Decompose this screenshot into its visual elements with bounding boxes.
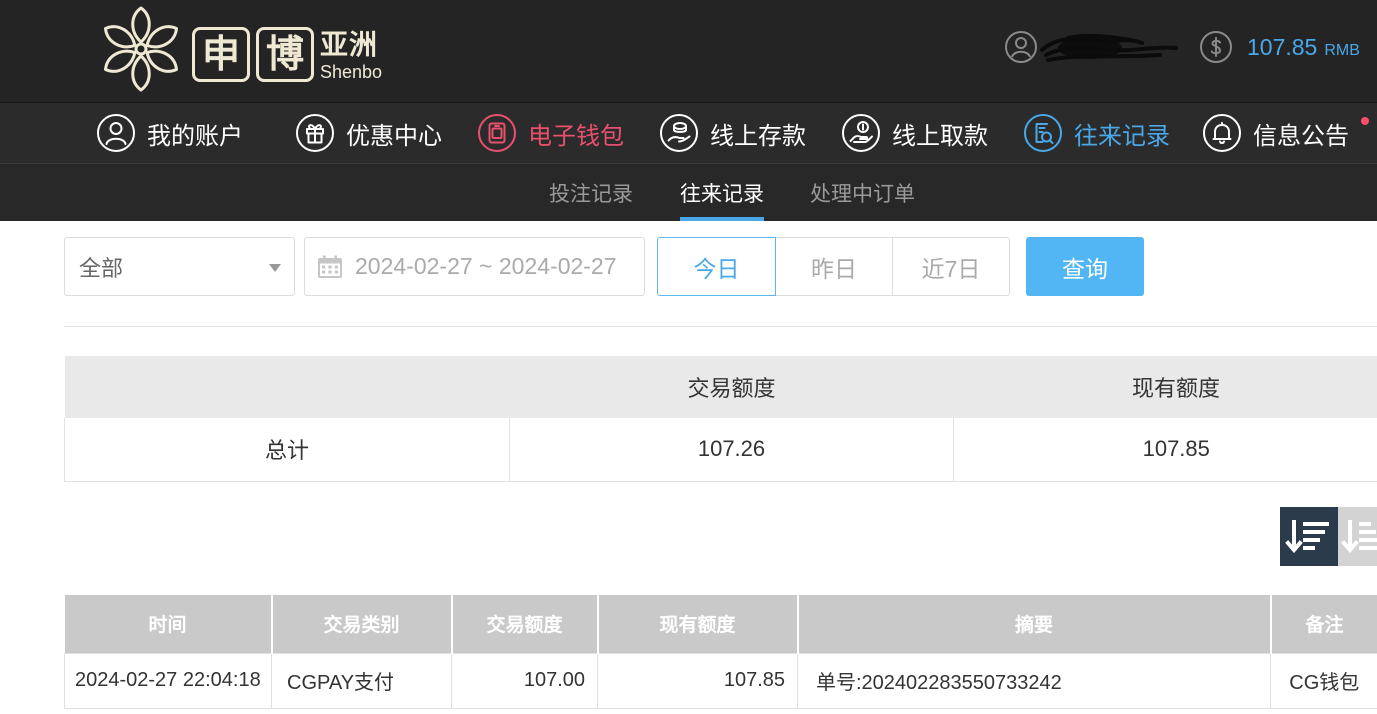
brand-logo[interactable]: 申 博 亚洲 Shenbo	[92, 2, 392, 98]
summary-header-current-balance: 现有额度	[953, 356, 1377, 418]
date-range-picker[interactable]: 2024-02-27 ~ 2024-02-27	[304, 237, 645, 296]
date-range-value: 2024-02-27 ~ 2024-02-27	[355, 253, 617, 279]
gift-icon	[296, 114, 334, 152]
cell-remark: CG钱包	[1270, 652, 1377, 709]
nav-item-transaction-records[interactable]: 往来记录	[1023, 113, 1170, 153]
redacted-username	[1040, 33, 1178, 62]
bell-icon	[1203, 114, 1241, 152]
cell-type: CGPAY支付	[271, 652, 452, 709]
quick-range-today[interactable]: 今日	[657, 237, 776, 296]
logo-latin-text: Shenbo	[320, 62, 383, 82]
section-divider	[64, 326, 1377, 327]
lotus-flower-icon	[103, 6, 179, 92]
nav-label: 优惠中心	[346, 122, 442, 150]
nav-item-announcements[interactable]: 信息公告	[1202, 113, 1349, 153]
logo-region-text: 亚洲	[320, 29, 379, 60]
nav-label: 线上存款	[710, 122, 806, 150]
sort-ascending-icon	[1341, 520, 1377, 554]
nav-item-my-account[interactable]: 我的账户	[96, 113, 243, 153]
table-row[interactable]: 2024-02-27 22:04:18 CGPAY支付 107.00 107.8…	[64, 652, 1377, 709]
records-icon	[1024, 114, 1062, 152]
cell-balance: 107.85	[597, 652, 798, 709]
summary-transaction-amount: 107.26	[509, 418, 954, 482]
sort-descending-button[interactable]	[1280, 507, 1338, 566]
nav-label: 我的账户	[147, 122, 243, 150]
column-header-type[interactable]: 交易类别	[270, 595, 452, 653]
calendar-icon	[318, 255, 342, 278]
wallet-icon	[478, 114, 516, 152]
nav-label: 信息公告	[1253, 122, 1349, 150]
column-header-amount[interactable]: 交易额度	[450, 595, 598, 653]
summary-current-balance: 107.85	[953, 418, 1377, 482]
summary-header-transaction-amount: 交易额度	[509, 356, 954, 418]
column-header-remark[interactable]: 备注	[1269, 595, 1377, 653]
chevron-down-icon	[269, 264, 281, 272]
column-header-balance[interactable]: 现有额度	[596, 595, 798, 653]
column-header-summary[interactable]: 摘要	[796, 595, 1271, 653]
select-value: 全部	[79, 255, 124, 281]
balance-amount: 107.85	[1247, 34, 1318, 60]
logo-char-2: 博	[256, 27, 314, 82]
nav-label: 往来记录	[1074, 122, 1170, 150]
deposit-icon	[660, 114, 698, 152]
column-header-time[interactable]: 时间	[64, 595, 272, 653]
transaction-type-select[interactable]: 全部	[64, 237, 295, 296]
sort-ascending-button[interactable]	[1338, 507, 1377, 566]
summary-table: 交易额度 现有额度 总计 107.26 107.85	[64, 356, 1377, 482]
logo-char-1: 申	[192, 27, 250, 82]
dollar-coin-icon	[1200, 31, 1232, 63]
tab-transaction-records[interactable]: 往来记录	[680, 164, 764, 221]
nav-item-promotions[interactable]: 优惠中心	[295, 113, 442, 153]
user-icon	[97, 114, 135, 152]
user-avatar-icon[interactable]	[1004, 30, 1038, 64]
nav-label: 线上取款	[892, 122, 988, 150]
sort-descending-icon	[1285, 520, 1329, 554]
nav-item-e-wallet[interactable]: 电子钱包	[477, 113, 624, 153]
summary-row: 总计 107.26 107.85	[64, 418, 1377, 482]
quick-range-yesterday[interactable]: 昨日	[775, 237, 893, 296]
nav-label: 电子钱包	[528, 122, 624, 150]
account-balance: 107.85 RMB	[1247, 32, 1360, 62]
nav-item-online-deposit[interactable]: 线上存款	[659, 113, 806, 153]
cell-time: 2024-02-27 22:04:18	[64, 652, 272, 709]
balance-currency: RMB	[1324, 42, 1360, 59]
cell-summary: 单号:202402283550733242	[797, 652, 1271, 709]
summary-header-row: 交易额度 现有额度	[64, 356, 1377, 418]
summary-header-label	[64, 356, 510, 418]
transactions-table: 时间 交易类别 交易额度 现有额度 摘要 备注 2024-02-27 22:04…	[64, 595, 1377, 709]
withdraw-icon	[842, 114, 880, 152]
tab-bet-records[interactable]: 投注记录	[549, 164, 633, 221]
transactions-header-row: 时间 交易类别 交易额度 现有额度 摘要 备注	[64, 595, 1377, 653]
quick-range-last-7-days[interactable]: 近7日	[892, 237, 1010, 296]
summary-total-label: 总计	[64, 418, 510, 482]
transaction-records-page: 申 博 亚洲 Shenbo 107.85 RMB 我的账户 优惠中心 电子钱包 …	[0, 0, 1377, 714]
unread-notification-dot	[1361, 117, 1369, 125]
tab-pending-orders[interactable]: 处理中订单	[810, 164, 915, 221]
query-button[interactable]: 查询	[1026, 237, 1144, 296]
cell-amount: 107.00	[451, 652, 598, 709]
nav-item-online-withdrawal[interactable]: 线上取款	[841, 113, 988, 153]
